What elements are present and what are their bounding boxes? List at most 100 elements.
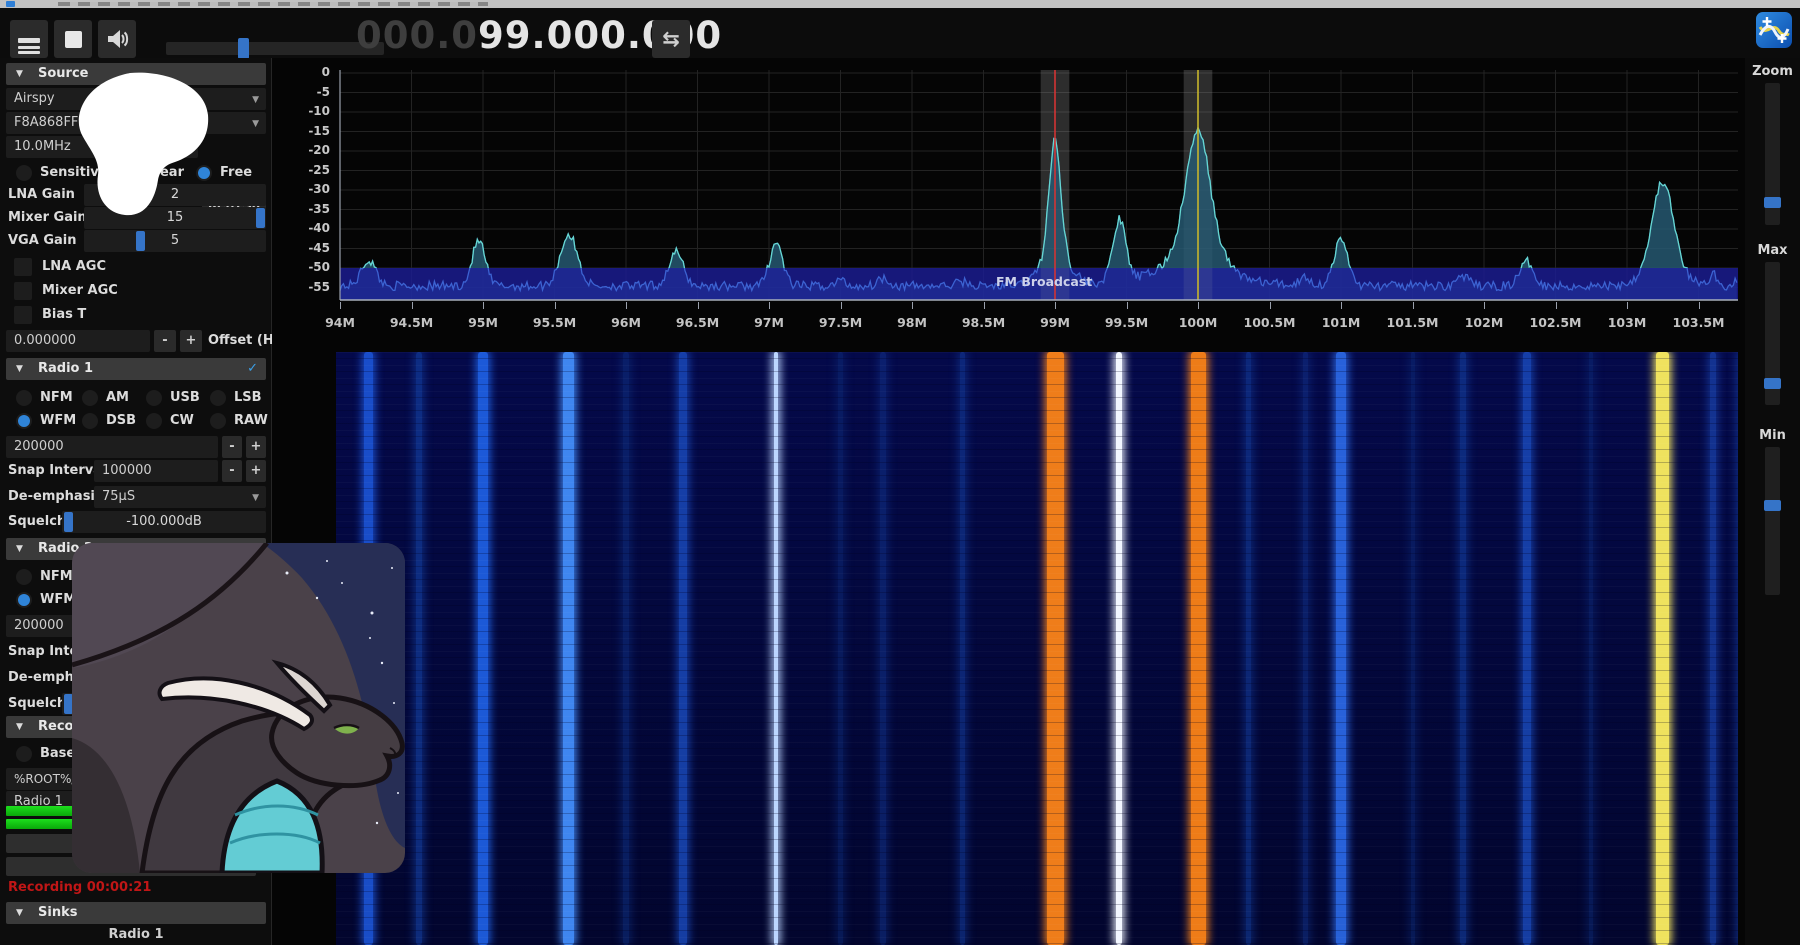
- squelch-handle[interactable]: [64, 512, 73, 532]
- mode-am-radio[interactable]: [82, 390, 98, 406]
- vga-gain-handle[interactable]: [136, 231, 145, 251]
- mode-wfm-radio[interactable]: [16, 592, 32, 608]
- db-tick-label: -45: [296, 241, 330, 255]
- bandwidth-value: 200000: [14, 615, 64, 637]
- db-tick-label: -30: [296, 182, 330, 196]
- bandwidth-input[interactable]: 200000: [6, 436, 218, 458]
- zoom-slider-handle[interactable]: [1764, 197, 1781, 208]
- mixer-agc-row: Mixer AGC: [6, 280, 266, 302]
- mode-raw-radio[interactable]: [210, 413, 226, 429]
- freq-tick-label: 94.5M: [390, 315, 433, 330]
- baseband-radio[interactable]: [16, 746, 32, 762]
- freq-tick: [412, 302, 413, 309]
- zoom-slider[interactable]: [1765, 83, 1780, 225]
- fft-spectrum-plot[interactable]: FM Broadcast: [336, 70, 1738, 302]
- lna-agc-checkbox[interactable]: [14, 258, 32, 276]
- vga-gain-label: VGA Gain: [8, 230, 76, 252]
- waterfall-noise-texture: [336, 352, 1738, 945]
- bandwidth-minus-button[interactable]: -: [222, 436, 242, 458]
- squelch-label: Squelch: [8, 511, 66, 533]
- frequency-axis: 94M94.5M95M95.5M96M96.5M97M97.5M98M98.5M…: [336, 302, 1738, 344]
- max-slider-label: Max: [1745, 243, 1800, 258]
- snap-plus-button[interactable]: +: [246, 460, 266, 482]
- menu-button[interactable]: [10, 20, 48, 58]
- gainmode-sensitive-radio[interactable]: [16, 165, 32, 181]
- freq-tick: [1699, 302, 1700, 309]
- max-slider[interactable]: [1765, 262, 1780, 405]
- snap-interval-label: Snap Interval: [8, 460, 106, 482]
- mode-usb-radio[interactable]: [146, 390, 162, 406]
- db-tick-label: 0: [296, 65, 330, 79]
- bandwidth-plus-button[interactable]: +: [246, 436, 266, 458]
- sinks-panel-header[interactable]: ▼ Sinks: [6, 902, 266, 924]
- mode-wfm-label: WFM: [40, 589, 76, 611]
- samplerate-value: 10.0MHz: [14, 136, 71, 158]
- freq-tick: [555, 302, 556, 309]
- freq-tick: [340, 302, 341, 309]
- radio1-bandwidth-row: 200000 - +: [6, 436, 266, 458]
- offset-minus-button[interactable]: -: [154, 330, 176, 352]
- volume-mute-button[interactable]: [98, 20, 136, 58]
- radio1-deemphasis-row: De-emphasis 75µS ▼: [6, 486, 266, 508]
- band-annotation-label: FM Broadcast: [996, 274, 1092, 289]
- freq-tick-label: 103.5M: [1673, 315, 1725, 330]
- db-tick-label: -5: [296, 85, 330, 99]
- mode-cw-radio[interactable]: [146, 413, 162, 429]
- freq-tick-label: 97M: [754, 315, 784, 330]
- window-titlebar: [0, 0, 1800, 8]
- lna-agc-row: LNA AGC: [6, 256, 266, 278]
- freq-tick: [1055, 302, 1056, 309]
- mode-am-label: AM: [106, 387, 129, 409]
- mixer-agc-label: Mixer AGC: [42, 280, 118, 302]
- waterfall-display[interactable]: [336, 352, 1738, 945]
- snap-minus-button[interactable]: -: [222, 460, 242, 482]
- max-slider-handle[interactable]: [1764, 378, 1781, 389]
- lna-agc-label: LNA AGC: [42, 256, 106, 278]
- bias-t-checkbox[interactable]: [14, 306, 32, 324]
- volume-slider[interactable]: [166, 42, 384, 55]
- deemphasis-value: 75µS: [102, 486, 135, 508]
- vga-gain-value: 5: [84, 230, 266, 252]
- db-tick-label: -20: [296, 143, 330, 157]
- vga-gain-slider[interactable]: 5: [84, 230, 266, 252]
- radio1-enabled-check-icon[interactable]: ✓: [247, 358, 258, 380]
- mode-lsb-radio[interactable]: [210, 390, 226, 406]
- freq-tick-label: 97.5M: [819, 315, 862, 330]
- freq-tick-label: 100M: [1179, 315, 1218, 330]
- mode-wfm-radio[interactable]: [16, 413, 32, 429]
- mode-nfm-radio[interactable]: [16, 390, 32, 406]
- freq-tick-label: 95.5M: [533, 315, 576, 330]
- bias-t-row: Bias T: [6, 304, 266, 326]
- freq-tick-label: 103M: [1608, 315, 1647, 330]
- stop-button[interactable]: [54, 20, 92, 58]
- mixer-gain-handle[interactable]: [256, 208, 265, 228]
- freq-tick: [912, 302, 913, 309]
- mixer-agc-checkbox[interactable]: [14, 282, 32, 300]
- chevron-down-icon: ▼: [252, 487, 259, 509]
- freq-tick: [984, 302, 985, 309]
- freq-tick: [1198, 302, 1199, 309]
- min-slider[interactable]: [1765, 447, 1780, 595]
- snap-interval-input[interactable]: 100000: [94, 460, 218, 482]
- radio1-modes-row1: NFM AM USB LSB: [6, 387, 266, 409]
- squelch-slider[interactable]: -100.000dB: [62, 511, 266, 533]
- swap-vfo-button[interactable]: ⇆: [652, 20, 690, 58]
- db-tick-label: -50: [296, 260, 330, 274]
- db-tick-label: -15: [296, 124, 330, 138]
- frequency-dim-digits[interactable]: 000.0: [356, 14, 478, 57]
- mode-nfm-radio[interactable]: [16, 569, 32, 585]
- squelch-value: -100.000dB: [62, 511, 266, 533]
- mode-wfm-label: WFM: [40, 410, 76, 432]
- radio1-squelch-row: Squelch -100.000dB: [6, 511, 266, 533]
- volume-slider-handle[interactable]: [238, 38, 249, 59]
- radio1-panel-header[interactable]: ▼ Radio 1 ✓: [6, 358, 266, 380]
- min-slider-handle[interactable]: [1764, 500, 1781, 511]
- freq-tick-label: 99.5M: [1105, 315, 1148, 330]
- offset-plus-button[interactable]: +: [180, 330, 202, 352]
- freq-tick-label: 101M: [1322, 315, 1361, 330]
- offset-input[interactable]: 0.000000: [6, 330, 150, 352]
- mode-dsb-radio[interactable]: [82, 413, 98, 429]
- deemphasis-dropdown[interactable]: 75µS ▼: [94, 486, 266, 508]
- db-tick-label: -10: [296, 104, 330, 118]
- freq-tick-label: 100.5M: [1244, 315, 1296, 330]
